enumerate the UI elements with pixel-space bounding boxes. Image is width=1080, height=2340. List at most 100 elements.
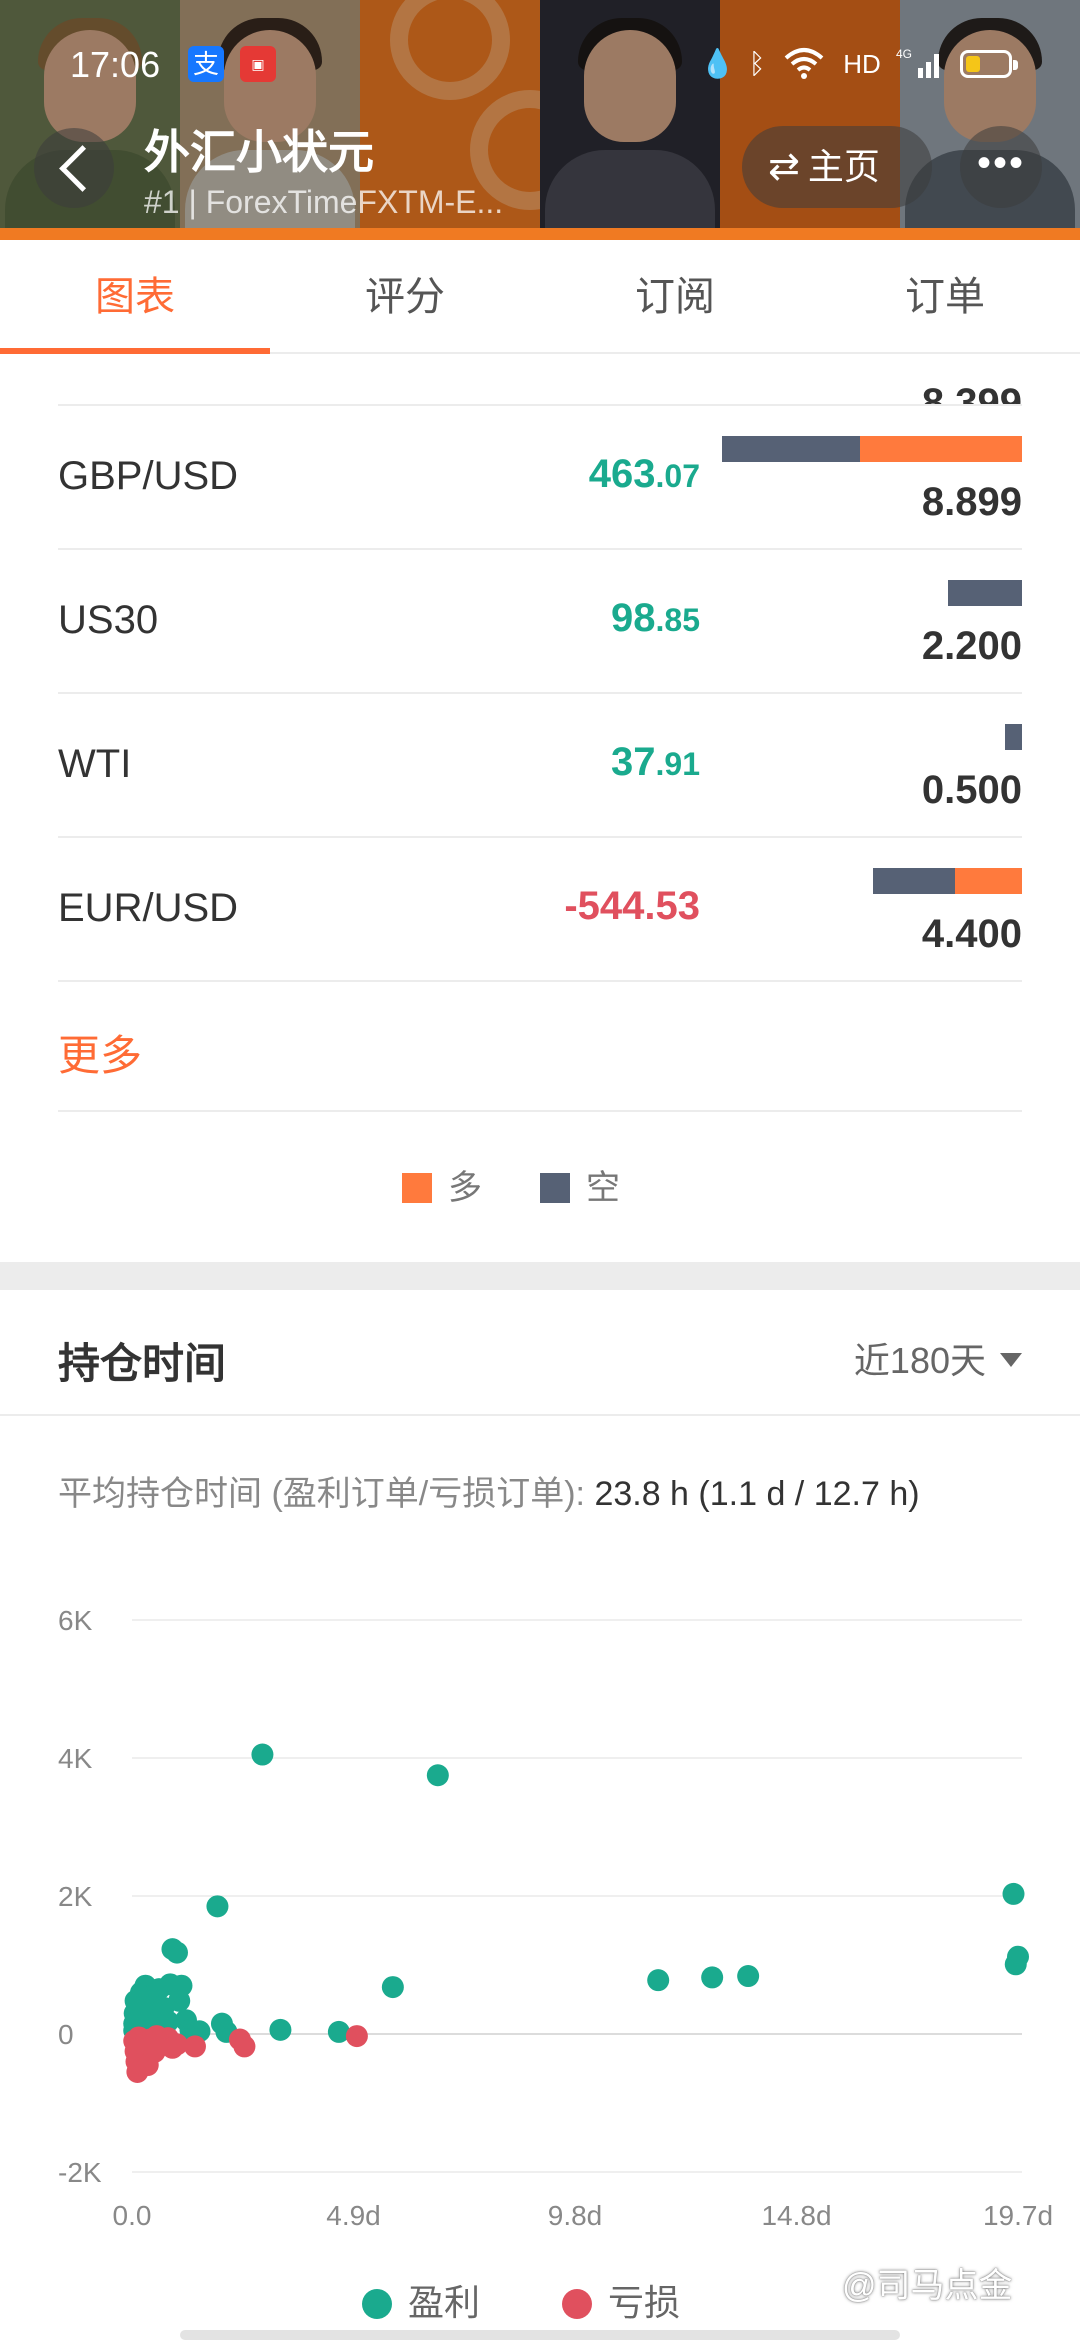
average-label: 平均持仓时间 (盈利订单/亏损订单): — [58, 1475, 585, 1513]
symbol-volume: 2.200 — [921, 624, 1022, 668]
loss-point — [183, 2035, 206, 2058]
symbol-row[interactable]: US30 98.85 2.200 — [58, 550, 1022, 694]
symbol-name: EUR/USD — [58, 886, 239, 930]
long-short-bar — [1005, 724, 1022, 750]
back-button[interactable] — [34, 128, 114, 208]
legend-short-label: 空 — [586, 1169, 620, 1207]
more-row: 更多 — [58, 986, 1022, 1112]
legend-long: 多 — [402, 1160, 482, 1209]
profit-point — [647, 1969, 670, 1992]
tab-bar: 图表 评分 订阅 订单 — [0, 240, 1080, 354]
wifi-icon — [784, 46, 824, 82]
x-tick-label: 0.0 — [113, 2200, 152, 2231]
page-subtitle: #1 | ForexTimeFXTM-E... — [144, 184, 504, 220]
symbol-profit: 98.85 — [611, 596, 700, 640]
legend-profit-label: 盈利 — [408, 2282, 481, 2323]
x-tick-label: 19.7d — [983, 2200, 1053, 2231]
legend-long-label: 多 — [448, 1169, 482, 1207]
long-bar-segment — [955, 868, 1022, 894]
symbol-volume: 4.400 — [921, 912, 1022, 956]
short-bar-segment — [1005, 724, 1022, 750]
home-button[interactable]: ⇄ 主页 — [742, 126, 932, 208]
symbol-volume: 8.899 — [921, 480, 1022, 524]
symbol-profit: 463.07 — [588, 452, 700, 496]
profit-point — [170, 1974, 193, 1997]
profit-point — [1002, 1882, 1025, 1905]
loss-point — [345, 2025, 368, 2048]
signal-icon: 4G — [896, 46, 944, 82]
tab-rating[interactable]: 评分 — [270, 240, 540, 352]
watermark: @司马点金 — [842, 2267, 1013, 2305]
symbol-row[interactable]: WTI 37.91 0.500 — [58, 694, 1022, 838]
caret-down-icon — [1000, 1353, 1022, 1367]
status-time: 17:06 — [70, 44, 161, 85]
alipay-icon: 支 — [188, 46, 224, 82]
symbol-name: US30 — [58, 598, 159, 642]
symbol-profit: 37.91 — [611, 740, 700, 784]
y-tick-label: 6K — [58, 1605, 93, 1636]
x-tick-label: 14.8d — [761, 2200, 831, 2231]
symbol-volume: 0.500 — [921, 768, 1022, 812]
profile-header: 17:06 支 ▣ 💧 ᛒ HD 4G 外汇小状元 #1 | ForexTime… — [0, 0, 1080, 240]
short-swatch — [540, 1173, 570, 1203]
holding-time-scatter-chart: 6K 4K 2K 0 -2K 0.0 4.9d 9.8d 14.8d 19.7d — [58, 1605, 1053, 2231]
y-tick-label: -2K — [58, 2157, 102, 2188]
long-bar-segment — [860, 436, 1022, 462]
profit-point — [737, 1965, 760, 1988]
svg-text:4G: 4G — [896, 47, 912, 61]
long-swatch — [402, 1173, 432, 1203]
home-indicator — [180, 2330, 900, 2340]
legend-profit: 盈利 — [362, 2274, 480, 2326]
app-icon: ▣ — [240, 46, 276, 82]
holding-time-header: 持仓时间 近180天 — [0, 1290, 1080, 1416]
profit-point — [701, 1966, 724, 1989]
profit-dot-icon — [362, 2289, 392, 2319]
profit-point — [426, 1764, 449, 1787]
profit-point — [381, 1976, 404, 1999]
tab-subscribe[interactable]: 订阅 — [540, 240, 810, 352]
symbol-row[interactable]: EUR/USD -544.53 4.400 — [58, 838, 1022, 982]
symbol-name: WTI — [58, 742, 132, 786]
long-short-bar — [948, 580, 1022, 606]
legend-loss-label: 亏损 — [608, 2282, 681, 2323]
section-divider — [0, 1262, 1080, 1290]
legend-loss: 亏损 — [562, 2274, 680, 2326]
legend-short: 空 — [540, 1160, 620, 1209]
profit-point — [251, 1743, 274, 1766]
y-tick-label: 4K — [58, 1743, 93, 1774]
symbol-row-partial: 8.399 — [58, 354, 1022, 406]
tab-orders[interactable]: 订单 — [810, 240, 1080, 352]
loss-dot-icon — [562, 2289, 592, 2319]
tab-chart[interactable]: 图表 — [0, 240, 270, 354]
water-drop-icon: 💧 — [700, 48, 735, 79]
home-button-label: 主页 — [807, 146, 880, 187]
swap-icon: ⇄ — [768, 146, 800, 188]
loss-point — [233, 2035, 256, 2058]
long-short-bar — [722, 436, 1022, 462]
section-title: 持仓时间 — [58, 1340, 227, 1387]
y-tick-label: 0 — [58, 2019, 74, 2050]
range-dropdown[interactable]: 近180天 — [854, 1332, 1022, 1384]
profit-point — [206, 1895, 229, 1918]
bluetooth-icon: ᛒ — [748, 48, 766, 79]
page-title: 外汇小状元 — [144, 126, 374, 178]
profit-point — [269, 2018, 292, 2041]
status-bar: 17:06 支 ▣ 💧 ᛒ HD 4G — [0, 0, 1080, 130]
more-icon: ••• — [976, 141, 1025, 185]
profit-point — [165, 1941, 188, 1964]
short-bar-segment — [873, 868, 955, 894]
profit-point — [1007, 1945, 1029, 1968]
more-options-button[interactable]: ••• — [960, 126, 1042, 208]
range-label: 近180天 — [853, 1340, 986, 1381]
symbol-volume: 8.399 — [921, 381, 1022, 406]
battery-icon — [960, 50, 1018, 78]
x-tick-label: 9.8d — [548, 2200, 603, 2231]
average-value: 23.8 h (1.1 d / 12.7 h) — [594, 1475, 920, 1513]
y-tick-label: 2K — [58, 1881, 93, 1912]
short-bar-segment — [948, 580, 1022, 606]
symbol-row[interactable]: GBP/USD 463.07 8.899 — [58, 406, 1022, 550]
average-holding-time: 平均持仓时间 (盈利订单/亏损订单): 23.8 h (1.1 d / 12.7… — [58, 1466, 920, 1515]
short-bar-segment — [722, 436, 860, 462]
long-short-bar — [873, 868, 1022, 894]
more-link[interactable]: 更多 — [58, 1022, 142, 1083]
